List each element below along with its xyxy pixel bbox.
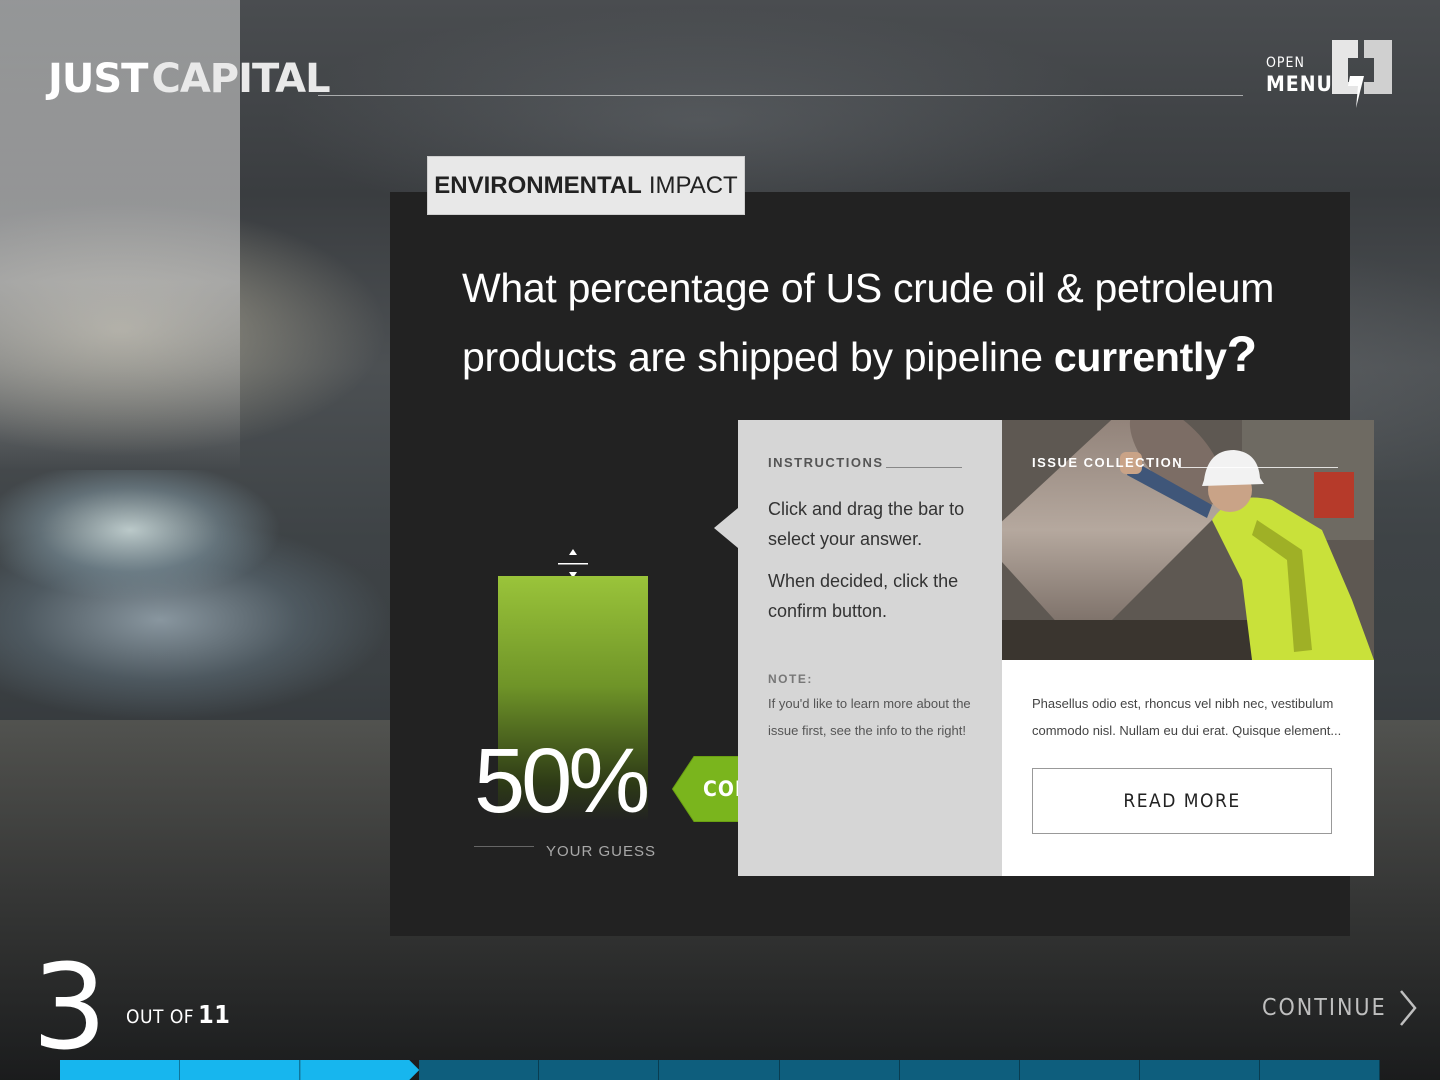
category-light: IMPACT	[648, 171, 738, 199]
progress-segment	[60, 1060, 181, 1080]
open-menu-label[interactable]: OPEN MENU	[1266, 55, 1333, 96]
guess-value: 50%	[474, 730, 650, 832]
continue-label: CONTINUE	[1262, 995, 1387, 1021]
progress-segment	[899, 1060, 1020, 1080]
progress-segment	[1019, 1060, 1140, 1080]
note-heading: NOTE:	[768, 672, 813, 686]
issue-collection-heading: ISSUE COLLECTION	[1032, 455, 1184, 470]
progress-segment	[419, 1060, 540, 1080]
question-line-2-prefix: products are shipped by pipeline	[462, 334, 1043, 380]
question-mark: ?	[1226, 326, 1258, 382]
issue-heading-rule	[1178, 467, 1338, 468]
progress-segment	[1259, 1060, 1381, 1080]
guess-label: YOUR GUESS	[546, 843, 657, 860]
issue-summary-text: Phasellus odio est, rhoncus vel nibh nec…	[1032, 696, 1342, 738]
header-divider	[318, 95, 1243, 96]
issue-collection-panel: ISSUE COLLECTION Phasellus odio est, rho…	[1002, 420, 1374, 876]
bar-drag-handle[interactable]	[556, 546, 590, 580]
progress-segment	[659, 1060, 780, 1080]
step-total-label: OUT OF 11	[126, 1000, 230, 1029]
progress-segment	[1139, 1060, 1260, 1080]
total-steps: 11	[198, 1000, 231, 1029]
question-line-1: What percentage of US crude oil & petrol…	[462, 265, 1275, 311]
open-label: OPEN	[1266, 55, 1305, 71]
note-text: If you'd like to learn more about the is…	[768, 696, 971, 738]
instructions-text-confirm: When decided, click the confirm button.	[768, 571, 959, 621]
question-line-2: products are shipped by pipeline current…	[462, 321, 1322, 390]
question-text: What percentage of US crude oil & petrol…	[462, 255, 1322, 390]
progress-segment	[180, 1060, 301, 1080]
read-more-button[interactable]: READ MORE	[1032, 768, 1332, 834]
instructions-pointer	[714, 508, 738, 548]
menu-logo-icon[interactable]	[1330, 36, 1394, 108]
progress-segment	[300, 1060, 419, 1080]
question-emphasis: currently	[1053, 334, 1227, 380]
just-capital-logo[interactable]: JUST CAPITAL	[48, 56, 331, 102]
continue-button[interactable]: CONTINUE	[1262, 988, 1417, 1028]
progress-bar	[60, 1060, 1381, 1080]
instructions-heading-rule	[886, 467, 962, 468]
progress-segment	[539, 1060, 660, 1080]
progress-segment	[779, 1060, 900, 1080]
chevron-right-icon	[1399, 990, 1417, 1026]
instructions-heading: INSTRUCTIONS	[768, 455, 884, 470]
guess-divider	[474, 846, 534, 847]
category-bold: ENVIRONMENTAL	[434, 171, 642, 199]
out-of-label: OUT OF	[126, 1006, 195, 1028]
menu-label: MENU	[1266, 72, 1333, 96]
background-iceberg	[0, 470, 420, 730]
logo-part-capital: CAPITAL	[151, 56, 330, 102]
instructions-panel: INSTRUCTIONS Click and drag the bar to s…	[738, 420, 1002, 876]
category-tab: ENVIRONMENTAL IMPACT	[427, 156, 745, 215]
instructions-text-drag: Click and drag the bar to select your an…	[768, 499, 965, 549]
current-step-number: 3	[32, 938, 107, 1076]
logo-part-just: JUST	[48, 56, 148, 102]
